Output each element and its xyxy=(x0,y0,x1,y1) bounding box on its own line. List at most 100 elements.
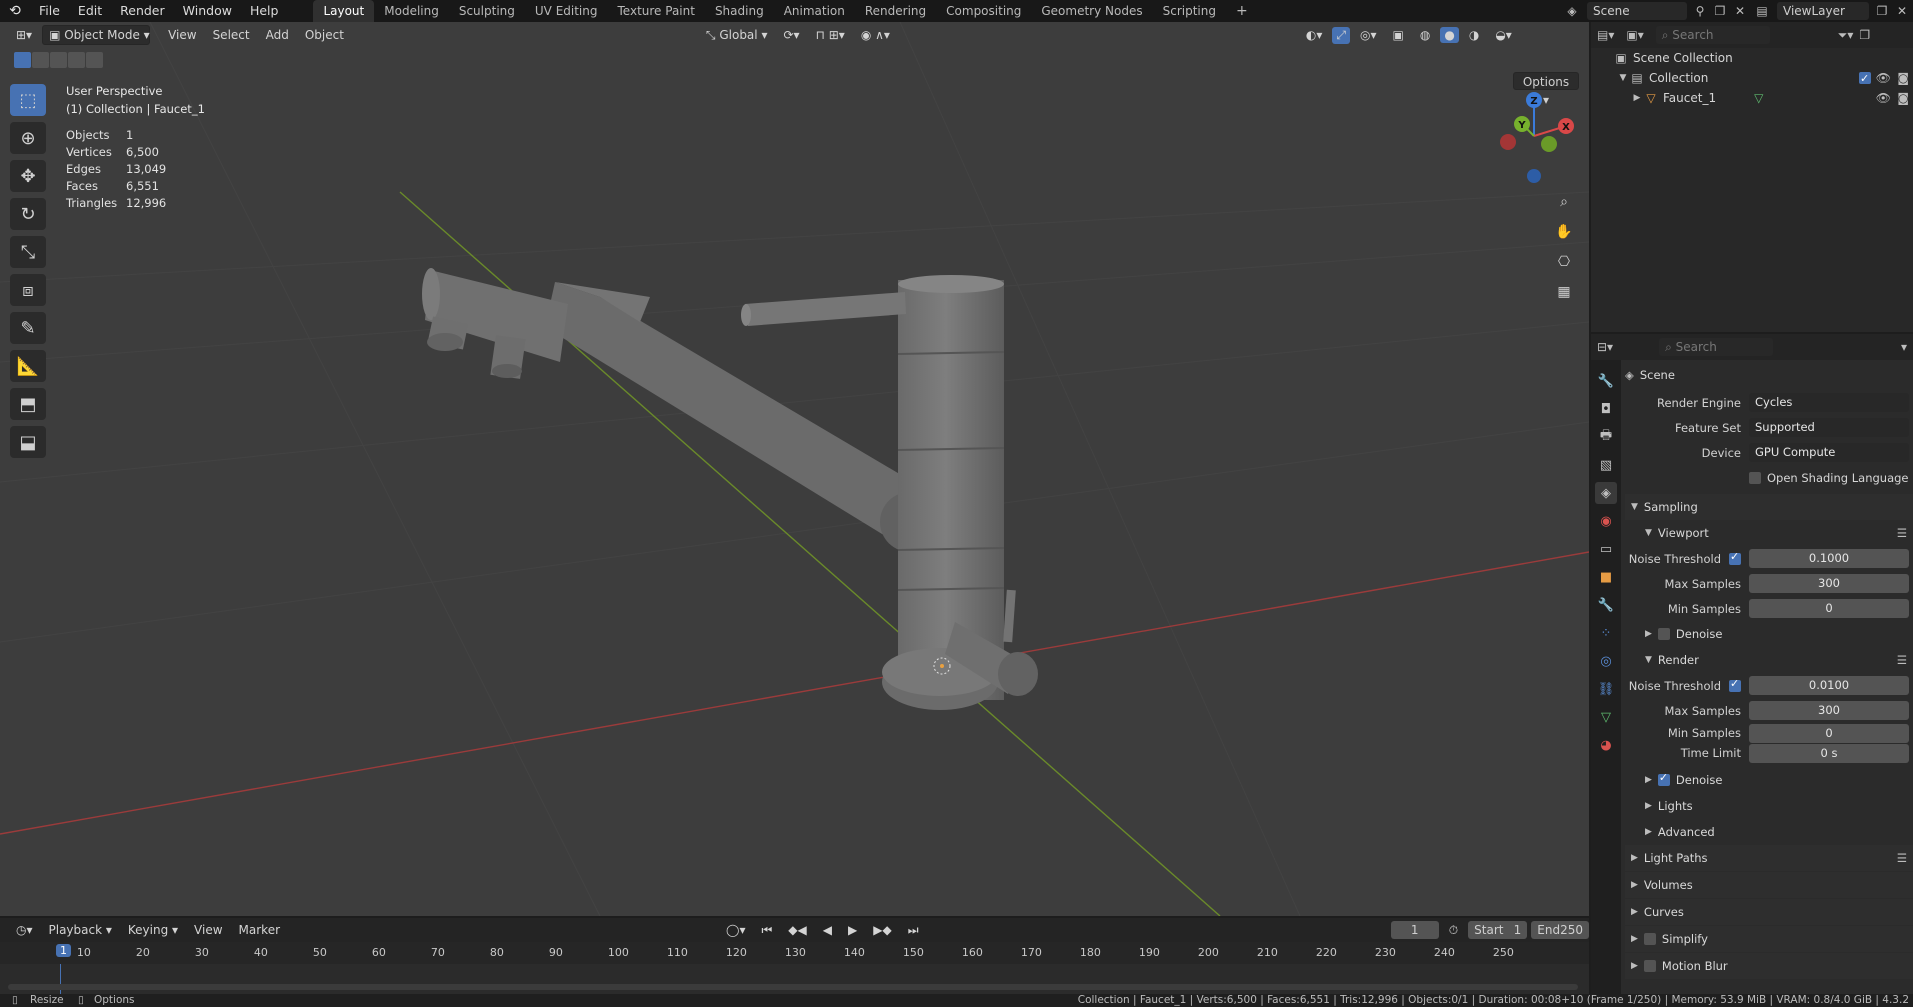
render-noise-threshold-checkbox[interactable] xyxy=(1729,677,1741,692)
tab-shading[interactable]: Shading xyxy=(705,0,774,22)
start-frame-field[interactable]: Start 1 xyxy=(1468,921,1528,939)
timeline-scrollbar[interactable] xyxy=(8,984,1578,990)
preset-list-icon[interactable]: ☰ xyxy=(1897,653,1907,667)
outliner-row-scene-collection[interactable]: ▣ Scene Collection xyxy=(1591,48,1913,68)
collection-exclude-checkbox[interactable] xyxy=(1859,69,1871,89)
simplify-checkbox[interactable] xyxy=(1643,933,1656,945)
menu-add[interactable]: Add xyxy=(260,26,295,44)
motion-blur-checkbox[interactable] xyxy=(1643,960,1656,972)
menu-file[interactable]: File xyxy=(30,0,69,22)
chevron-down-icon[interactable]: ▾ xyxy=(1901,340,1907,354)
curves-panel-header[interactable]: ▶ Curves xyxy=(1625,899,1913,925)
scene-icon[interactable]: ◈ xyxy=(1563,4,1581,18)
navigation-gizmo[interactable]: Z X Y xyxy=(1492,88,1576,184)
viewport-denoise-header[interactable]: ▶ Denoise xyxy=(1625,621,1913,647)
solid-shading-icon[interactable]: ● xyxy=(1440,27,1459,43)
tab-layout[interactable]: Layout xyxy=(313,0,375,22)
particles-tab-icon[interactable]: ⁘ xyxy=(1595,622,1617,644)
outliner-row-collection[interactable]: ▼ ▤ Collection 👁 ◙ xyxy=(1591,68,1913,89)
tool-tab-icon[interactable]: 🔧 xyxy=(1595,370,1617,392)
viewport-denoise-checkbox[interactable] xyxy=(1657,628,1670,640)
add-workspace-icon[interactable]: + xyxy=(1226,0,1258,22)
add-primitive-icon[interactable]: ⬓ xyxy=(10,426,46,458)
auto-keying-icon[interactable]: ◯▾ xyxy=(720,921,751,939)
outliner-row-faucet[interactable]: ▶ ▽ Faucet_1 ▽ 👁 ◙ xyxy=(1591,88,1913,108)
timeline-track-area[interactable] xyxy=(0,964,1589,996)
select-extend-icon[interactable] xyxy=(32,52,49,68)
view-layer-icon[interactable]: ▤ xyxy=(1753,4,1771,18)
menu-view[interactable]: View xyxy=(188,921,228,939)
viewport-subpanel-header[interactable]: ▼ Viewport ☰ xyxy=(1625,520,1913,546)
tab-rendering[interactable]: Rendering xyxy=(855,0,936,22)
chevron-down-icon[interactable]: ▼ xyxy=(1617,68,1629,88)
view-layer-selector[interactable]: ViewLayer xyxy=(1777,2,1869,20)
feature-set-dropdown[interactable]: Supported xyxy=(1749,418,1909,437)
select-new-icon[interactable] xyxy=(14,52,31,68)
select-subtract-icon[interactable] xyxy=(50,52,67,68)
play-icon[interactable]: ▶ xyxy=(842,921,863,939)
new-collection-icon[interactable]: ❐ xyxy=(1859,28,1870,42)
rendered-shading-icon[interactable]: ◒▾ xyxy=(1489,26,1518,44)
chevron-right-icon[interactable]: ▶ xyxy=(1631,88,1643,108)
overlay-toggle-icon[interactable]: ◎▾ xyxy=(1354,26,1383,44)
scene-selector[interactable]: Scene xyxy=(1587,2,1687,20)
render-denoise-header[interactable]: ▶ Denoise xyxy=(1625,767,1913,793)
menu-keying[interactable]: Keying ▾ xyxy=(122,921,184,939)
lights-subpanel-header[interactable]: ▶ Lights xyxy=(1625,793,1913,819)
new-scene-icon[interactable]: ❐ xyxy=(1713,4,1727,18)
render-denoise-checkbox[interactable] xyxy=(1657,771,1670,786)
tab-texture-paint[interactable]: Texture Paint xyxy=(608,0,705,22)
annotate-icon[interactable]: ✎ xyxy=(10,312,46,344)
measure-icon[interactable]: 📐 xyxy=(10,350,46,382)
menu-marker[interactable]: Marker xyxy=(233,921,286,939)
eye-icon[interactable]: 👁 xyxy=(1876,88,1891,108)
tab-scripting[interactable]: Scripting xyxy=(1153,0,1226,22)
timeline-ruler[interactable]: 1 10 20 30 40 50 60 70 80 90 100 110 120 130 140 150 160… xyxy=(0,942,1589,964)
tab-animation[interactable]: Animation xyxy=(774,0,855,22)
transform-orientation-selector[interactable]: ⤡ Global ▾ xyxy=(700,26,774,45)
zoom-icon[interactable]: ⌕ xyxy=(1552,190,1576,214)
filter-icon[interactable]: ⏷▾ xyxy=(1838,28,1854,43)
select-box-icon[interactable]: ⬚ xyxy=(10,84,46,116)
jump-keyframe-back-icon[interactable]: ◆◀ xyxy=(782,921,812,939)
end-frame-field[interactable]: End 250 xyxy=(1531,921,1589,939)
pivot-point-icon[interactable]: ⟳▾ xyxy=(777,26,805,44)
play-reverse-icon[interactable]: ◀ xyxy=(817,921,838,939)
sampling-panel-header[interactable]: ▼ Sampling xyxy=(1625,494,1913,520)
viewport-noise-threshold-checkbox[interactable] xyxy=(1729,550,1741,565)
osl-checkbox[interactable] xyxy=(1749,471,1761,484)
visibility-icon[interactable]: ◐▾ xyxy=(1300,26,1329,44)
collection-tab-icon[interactable]: ▭ xyxy=(1595,538,1617,560)
display-mode-icon[interactable]: ▣▾ xyxy=(1626,28,1643,42)
object-tab-icon[interactable]: ■ xyxy=(1595,566,1617,588)
editor-type-icon[interactable]: ⊟▾ xyxy=(1597,340,1613,354)
material-tab-icon[interactable]: ◕ xyxy=(1595,734,1617,756)
select-intersect-icon[interactable] xyxy=(86,52,103,68)
render-engine-dropdown[interactable]: Cycles xyxy=(1749,393,1909,412)
editor-type-icon[interactable]: ⊞▾ xyxy=(10,26,38,44)
delete-view-layer-icon[interactable]: ✕ xyxy=(1895,4,1909,18)
3d-viewport[interactable]: ⊞▾ ▣ Object Mode ▾ View Select Add Objec… xyxy=(0,22,1589,916)
light-paths-panel-header[interactable]: ▶ Light Paths ☰ xyxy=(1625,845,1913,871)
tab-modeling[interactable]: Modeling xyxy=(374,0,449,22)
view-layer-tab-icon[interactable]: ▧ xyxy=(1595,454,1617,476)
xray-toggle-icon[interactable]: ▣ xyxy=(1387,26,1410,44)
rotate-icon[interactable]: ↻ xyxy=(10,198,46,230)
preview-range-icon[interactable]: ⏱ xyxy=(1443,921,1464,940)
pan-hand-icon[interactable]: ✋ xyxy=(1552,220,1576,244)
mode-selector[interactable]: ▣ Object Mode ▾ xyxy=(42,25,151,45)
cursor-icon[interactable]: ⊕ xyxy=(10,122,46,154)
delete-scene-icon[interactable]: ✕ xyxy=(1733,4,1747,18)
menu-help[interactable]: Help xyxy=(241,0,288,22)
pin-icon[interactable]: ⚲ xyxy=(1693,4,1707,18)
outliner-search-field[interactable]: ⌕ Search xyxy=(1655,26,1770,44)
menu-edit[interactable]: Edit xyxy=(69,0,111,22)
world-tab-icon[interactable]: ◉ xyxy=(1595,510,1617,532)
jump-end-icon[interactable]: ⏭ xyxy=(902,921,925,940)
editor-type-icon[interactable]: ▤▾ xyxy=(1597,28,1614,42)
blender-logo-icon[interactable]: ⟲ xyxy=(0,3,30,19)
tab-uv-editing[interactable]: UV Editing xyxy=(525,0,608,22)
jump-keyframe-forward-icon[interactable]: ▶◆ xyxy=(867,921,897,939)
physics-tab-icon[interactable]: ◎ xyxy=(1595,650,1617,672)
render-subpanel-header[interactable]: ▼ Render ☰ xyxy=(1625,647,1913,673)
